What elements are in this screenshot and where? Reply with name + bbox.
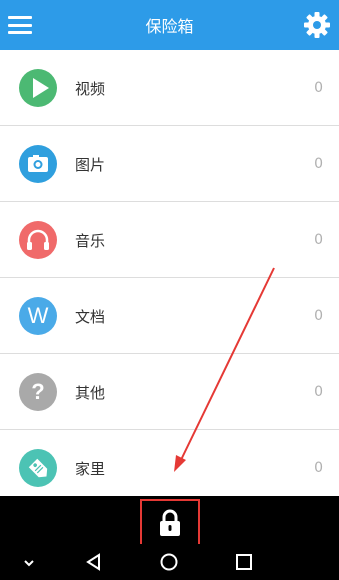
bottom-action-bar [0,496,339,547]
play-icon [19,69,57,107]
question-mark: ? [31,379,45,404]
system-navigation-bar [0,544,339,580]
app-screen: 保险箱 视频 0 图片 0 音乐 0 W 文档 0 ? 其他 0 家里 0 [0,0,339,580]
headphones-icon [19,221,57,259]
document-w-icon: W [19,297,57,335]
list-item-video[interactable]: 视频 0 [0,50,339,126]
lock-icon [160,509,180,536]
lock-button[interactable] [140,499,200,547]
recents-square-icon[interactable] [233,551,255,573]
app-header: 保险箱 [0,0,339,50]
document-icon-letter: W [27,303,49,328]
item-count: 0 [314,460,323,476]
item-count: 0 [314,308,323,324]
list-item-music[interactable]: 音乐 0 [0,202,339,278]
chevron-down-icon[interactable] [18,551,40,573]
camera-icon [19,145,57,183]
question-icon: ? [19,373,57,411]
list-item-documents[interactable]: W 文档 0 [0,278,339,354]
vault-category-list: 视频 0 图片 0 音乐 0 W 文档 0 ? 其他 0 家里 0 [0,50,339,506]
item-count: 0 [314,232,323,248]
list-item-other[interactable]: ? 其他 0 [0,354,339,430]
back-triangle-icon[interactable] [83,551,105,573]
list-item-label: 图片 [75,155,106,174]
item-count: 0 [314,156,323,172]
list-item-home[interactable]: 家里 0 [0,430,339,506]
list-item-pictures[interactable]: 图片 0 [0,126,339,202]
list-item-label: 音乐 [75,231,106,250]
page-title: 保险箱 [145,17,194,36]
list-item-label: 家里 [75,459,106,478]
gear-icon[interactable] [303,11,331,39]
hamburger-menu-icon[interactable] [8,13,32,37]
list-item-label: 视频 [75,79,106,98]
tag-icon [19,449,57,487]
list-item-label: 其他 [75,383,106,402]
list-item-label: 文档 [75,307,106,326]
item-count: 0 [314,80,323,96]
home-circle-icon[interactable] [158,551,180,573]
item-count: 0 [314,384,323,400]
